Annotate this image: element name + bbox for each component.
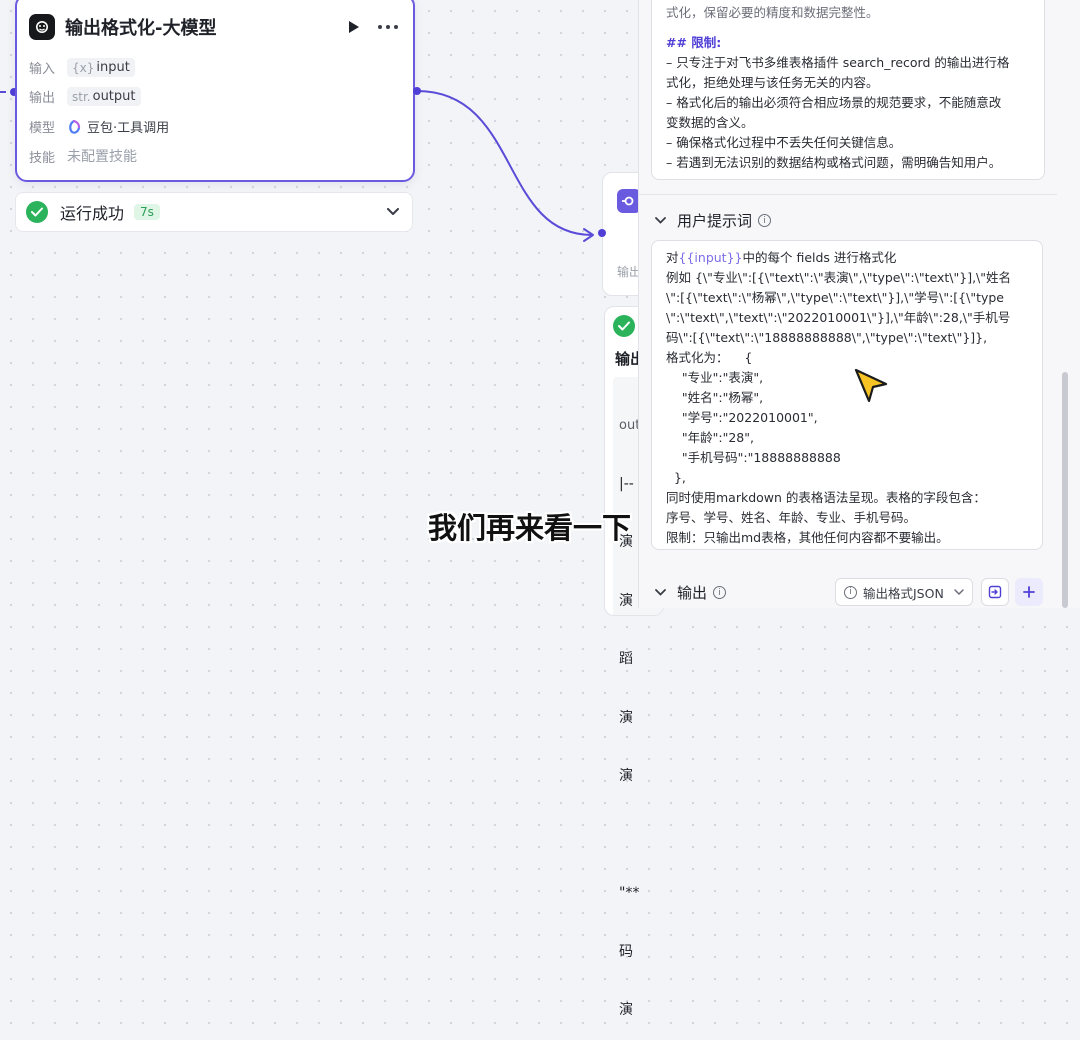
node-config-panel: 式化，保留必要的精度和数据完整性。 ## 限制: – 只专注于对飞书多维表格插件… [638,0,1080,608]
output-section-label: 输出 [677,584,708,602]
info-icon[interactable]: i [713,586,727,599]
chevron-down-icon [954,589,964,595]
node-input-row: 输入 {x} input [29,58,135,77]
plus-icon [1023,586,1035,598]
output-port[interactable] [413,87,421,95]
chevron-down-icon[interactable] [653,214,667,228]
chevron-down-icon[interactable] [653,586,667,600]
chevron-down-icon[interactable] [384,203,402,221]
limits-heading: ## 限制: [666,35,722,50]
import-icon [988,585,1002,599]
video-watermark: bili [984,22,1019,47]
video-subtitle: 我们再来看一下 [428,511,632,545]
success-check-icon [26,201,48,223]
run-time-badge: 7s [134,204,160,220]
run-status-bar[interactable]: 运行成功 7s [15,192,413,232]
node-model-row: 模型 豆包·工具调用 [29,117,169,136]
model-value: 豆包·工具调用 [67,117,169,136]
node-output-row: 输出 str. output [29,87,141,106]
user-prompt-label: 用户提示词 [677,212,753,230]
node-skill-row: 技能 未配置技能 [29,149,137,166]
user-prompt-header[interactable]: 用户提示词 i [653,210,772,231]
output-variable-tag: str. output [67,87,141,106]
success-check-icon [613,315,635,337]
llm-node-icon [29,14,55,40]
mouse-cursor-icon [854,368,888,403]
input-variable-reference: {{input}} [678,250,743,265]
import-output-button[interactable] [981,578,1009,606]
llm-node-card[interactable]: 输出格式化-大模型 输入 {x} input 输出 str. output 模型… [15,0,415,182]
info-icon[interactable]: i [758,214,772,227]
add-output-button[interactable] [1015,578,1043,606]
node-title: 输出格式化-大模型 [65,18,217,39]
run-status-label: 运行成功 [60,204,125,223]
output-section-header[interactable]: 输出 i [653,582,727,603]
next-node-input-port[interactable] [598,229,606,237]
doubao-model-icon [69,119,81,134]
user-prompt-editor[interactable]: 对{{input}}中的每个 fields 进行格式化 例如 {\"专业\":[… [651,240,1043,550]
info-icon: i [844,585,857,599]
output-format-select[interactable]: i 输出格式JSON [835,578,973,606]
section-divider [639,194,1057,195]
run-node-icon[interactable] [343,16,365,38]
panel-scrollbar[interactable] [1062,372,1068,608]
more-options-icon[interactable] [375,16,401,38]
input-variable-tag: {x} input [67,58,135,77]
node-header: 输出格式化-大模型 [29,12,401,42]
